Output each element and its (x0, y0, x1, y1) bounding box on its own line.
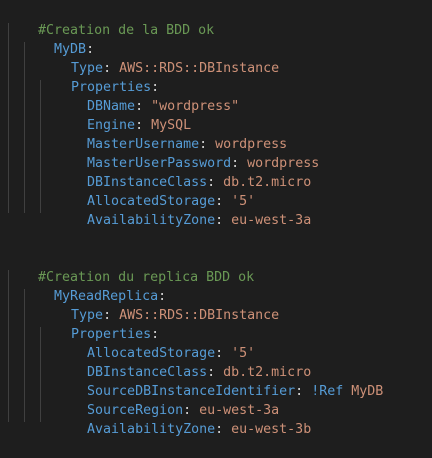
code-line-property[interactable]: DBName: "wordpress" (55, 78, 239, 114)
code-line-type[interactable]: Type: AWS::RDS::DBInstance (39, 40, 279, 76)
code-line-property[interactable]: AllocatedStorage: '5' (55, 325, 255, 361)
colon: : (295, 384, 312, 399)
code-line-comment[interactable]: #Creation du replica BDD ok (6, 249, 254, 285)
code-line-property[interactable]: AllocatedStorage: '5' (55, 173, 255, 209)
code-line-properties[interactable]: Properties: (39, 306, 159, 342)
code-line-property[interactable]: AvailabilityZone: eu-west-3a (55, 192, 311, 228)
property-value: eu-west-3a (231, 213, 312, 228)
property-value: MyDB (351, 384, 384, 399)
code-line-resource[interactable]: MyDB: (22, 21, 94, 57)
code-line-properties[interactable]: Properties: (39, 59, 159, 95)
code-line-property[interactable]: SourceDBInstanceIdentifier: !Ref MyDB (55, 363, 383, 399)
code-line-property[interactable]: MasterUsername: wordpress (55, 116, 287, 152)
property-key: AvailabilityZone (87, 213, 216, 228)
colon: : (215, 213, 232, 228)
code-line-type[interactable]: Type: AWS::RDS::DBInstance (39, 287, 279, 323)
code-line-property[interactable]: Engine: MySQL (55, 97, 191, 133)
code-editor[interactable]: #Creation de la BDD ok MyDB: Type: AWS::… (0, 0, 432, 438)
property-key: AvailabilityZone (87, 422, 216, 437)
colon: : (215, 422, 232, 437)
code-line-property[interactable]: SourceRegion: eu-west-3a (55, 382, 279, 418)
code-line-property[interactable]: MasterUserPassword: wordpress (55, 135, 319, 171)
code-line-property[interactable]: AvailabilityZone: eu-west-3b (55, 401, 311, 437)
code-line-property[interactable]: DBInstanceClass: db.t2.micro (55, 154, 311, 190)
code-line-resource[interactable]: MyReadReplica: (22, 268, 166, 304)
ref-tag: !Ref (311, 384, 344, 399)
code-line-property[interactable]: DBInstanceClass: db.t2.micro (55, 344, 311, 380)
property-value: eu-west-3b (231, 422, 312, 437)
code-line-comment[interactable]: #Creation de la BDD ok (6, 2, 214, 38)
